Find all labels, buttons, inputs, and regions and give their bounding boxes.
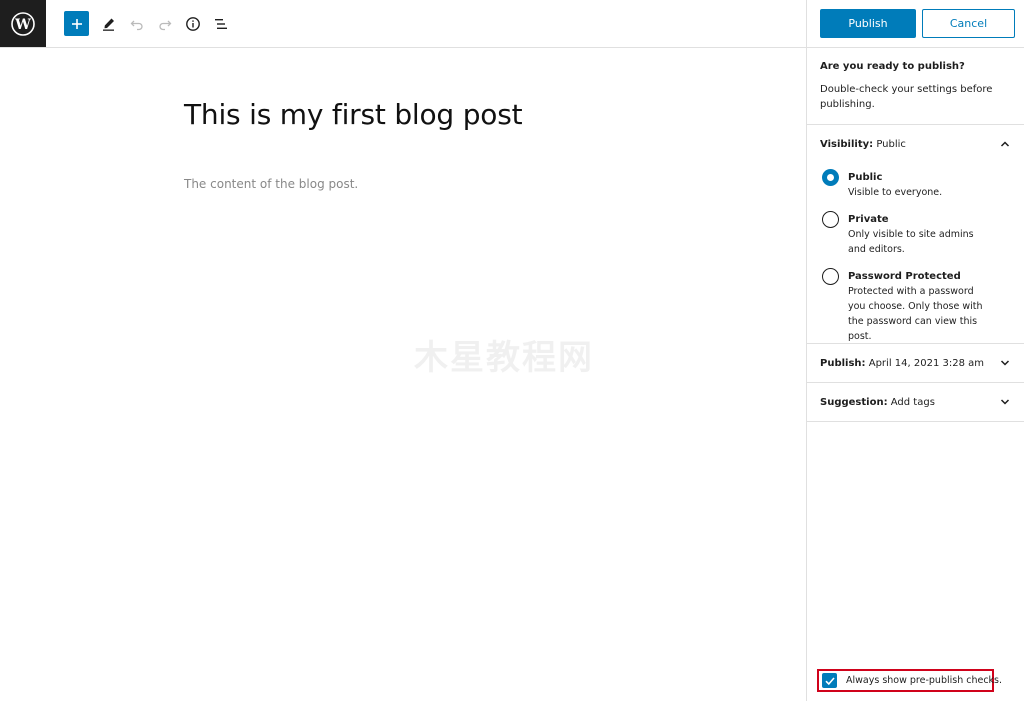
publish-date-label: Publish: xyxy=(820,357,866,369)
post-title[interactable]: This is my first blog post xyxy=(184,98,523,131)
radio-password-protected[interactable] xyxy=(822,268,839,285)
redo-button[interactable] xyxy=(152,11,178,37)
editor-toolbar: W xyxy=(0,0,806,48)
pre-publish-header: Publish Cancel xyxy=(807,0,1024,48)
suggestion-label: Suggestion: xyxy=(820,396,888,408)
always-show-label: Always show pre-publish checks. xyxy=(846,675,1003,686)
radio-public[interactable] xyxy=(822,169,839,186)
details-button[interactable] xyxy=(180,11,206,37)
visibility-option-public[interactable]: Public Visible to everyone. xyxy=(822,169,990,200)
suggestion-panel[interactable]: Suggestion: Add tags xyxy=(807,383,1024,422)
visibility-panel: Visibility: Public Public Visible to eve… xyxy=(807,125,1024,344)
option-help: Only visible to site admins and editors. xyxy=(848,229,974,255)
intro-heading: Are you ready to publish? xyxy=(820,61,965,72)
pre-publish-panel: Publish Cancel Are you ready to publish?… xyxy=(806,0,1024,701)
editor-canvas: This is my first blog post The content o… xyxy=(0,48,806,701)
chevron-up-icon xyxy=(1000,141,1010,147)
option-help: Visible to everyone. xyxy=(848,187,943,198)
publish-date-value: April 14, 2021 3:28 am xyxy=(868,357,984,369)
pencil-icon xyxy=(103,18,114,31)
undo-button[interactable] xyxy=(124,11,150,37)
suggestion-value: Add tags xyxy=(890,396,935,408)
publish-button[interactable]: Publish xyxy=(820,9,916,38)
svg-text:W: W xyxy=(14,17,31,33)
visibility-panel-toggle[interactable]: Visibility: Public xyxy=(807,125,1024,164)
list-view-button[interactable] xyxy=(208,11,234,37)
always-show-prepublish-checkbox[interactable]: Always show pre-publish checks. xyxy=(817,669,1002,692)
visibility-option-password[interactable]: Password Protected Protected with a pass… xyxy=(822,268,990,344)
option-label: Private xyxy=(848,214,889,225)
cancel-button[interactable]: Cancel xyxy=(922,9,1015,38)
info-icon xyxy=(186,17,200,31)
add-block-button[interactable] xyxy=(64,11,89,36)
redo-icon xyxy=(159,20,172,31)
paragraph-block[interactable]: The content of the blog post. xyxy=(184,177,358,191)
option-help: Protected with a password you choose. On… xyxy=(848,286,983,342)
visibility-option-private[interactable]: Private Only visible to site admins and … xyxy=(822,211,990,257)
edit-tool-button[interactable] xyxy=(96,11,122,37)
watermark: 木星教程网 xyxy=(414,338,594,378)
checkbox[interactable] xyxy=(822,673,837,688)
option-label: Password Protected xyxy=(848,271,961,282)
intro-text: Double-check your settings before publis… xyxy=(820,84,993,110)
list-view-icon xyxy=(215,19,227,29)
option-label: Public xyxy=(848,172,883,183)
visibility-value: Public xyxy=(876,139,906,150)
checkmark-icon xyxy=(824,676,835,685)
chevron-down-icon xyxy=(1000,360,1010,366)
plus-icon xyxy=(71,18,82,29)
radio-private[interactable] xyxy=(822,211,839,228)
visibility-label: Visibility: xyxy=(820,139,874,150)
undo-icon xyxy=(130,20,143,31)
pre-publish-intro: Are you ready to publish? Double-check y… xyxy=(807,48,1024,125)
chevron-down-icon xyxy=(1000,399,1010,405)
wordpress-logo-icon[interactable]: W xyxy=(0,0,46,47)
publish-date-panel[interactable]: Publish: April 14, 2021 3:28 am xyxy=(807,344,1024,383)
